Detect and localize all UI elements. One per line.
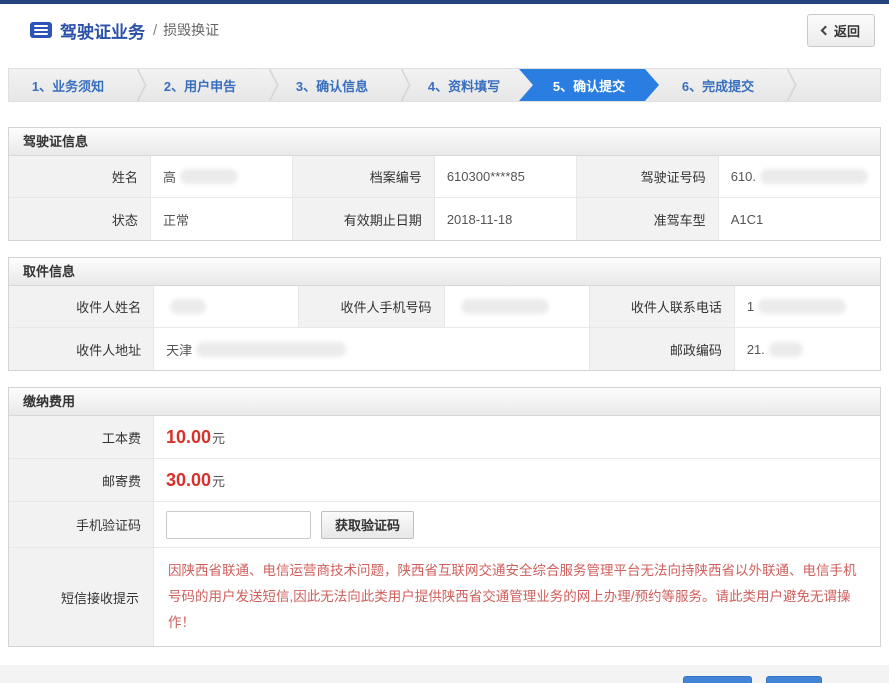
captcha-input[interactable] — [166, 511, 311, 539]
vehicle-class-value: A1C1 — [719, 198, 880, 240]
redaction-blur — [170, 299, 206, 314]
work-fee-value: 10.00 元 — [154, 416, 880, 459]
address-label: 收件人地址 — [9, 328, 154, 370]
step-4-fill-data: 4、资料填写 — [405, 69, 523, 101]
get-captcha-button[interactable]: 获取验证码 — [321, 511, 414, 539]
mail-fee-amount: 30.00 — [166, 470, 211, 491]
fees-title: 缴纳费用 — [9, 388, 880, 416]
step-separator-icon — [127, 69, 141, 101]
step-2-declaration: 2、用户申告 — [141, 69, 259, 101]
file-no-value: 610300****85 — [435, 156, 577, 198]
expiry-value: 2018-11-18 — [435, 198, 577, 240]
previous-step-button[interactable]: 上一步 — [683, 676, 752, 683]
mail-fee-label: 邮寄费 — [9, 459, 154, 502]
license-no-label: 驾驶证号码 — [577, 156, 719, 198]
redaction-blur — [461, 299, 549, 314]
address-value: 天津 — [154, 328, 590, 370]
pickup-info-section: 取件信息 收件人姓名 收件人手机号码 收件人联系电话 1 收件人地址 天津 邮政… — [8, 257, 881, 371]
step-5-confirm-submit-active: 5、确认提交 — [519, 69, 659, 101]
step-separator-icon — [259, 69, 273, 101]
step-3-confirm-info: 3、确认信息 — [273, 69, 391, 101]
fees-section: 缴纳费用 工本费 10.00 元 邮寄费 30.00 元 手机验证码 获取验证码… — [8, 387, 881, 647]
recipient-phone-label: 收件人联系电话 — [590, 286, 735, 328]
sms-notice-cell: 因陕西省联通、电信运营商技术问题，陕西省互联网交通安全综合服务管理平台无法向持陕… — [154, 548, 880, 646]
redaction-blur — [196, 342, 346, 357]
license-info-section: 驾驶证信息 姓名 高 档案编号 610300****85 驾驶证号码 610. … — [8, 127, 881, 241]
work-fee-unit: 元 — [212, 428, 225, 447]
step-progress-bar: 1、业务须知 2、用户申告 3、确认信息 4、资料填写 5、确认提交 6、完成提… — [8, 68, 881, 102]
recipient-name-value — [154, 286, 299, 328]
expiry-label: 有效期止日期 — [293, 198, 435, 240]
captcha-label: 手机验证码 — [9, 502, 154, 548]
sms-notice-text: 因陕西省联通、电信运营商技术问题，陕西省互联网交通安全综合服务管理平台无法向持陕… — [168, 558, 866, 636]
step-6-finish-submit: 6、完成提交 — [659, 69, 777, 101]
finish-button[interactable]: 完成 — [766, 676, 822, 683]
redaction-blur — [180, 169, 238, 184]
vehicle-class-label: 准驾车型 — [577, 198, 719, 240]
page-header: 驾驶证业务 / 损毁换证 返回 — [0, 4, 889, 56]
footer-action-bar: 上一步 完成 — [0, 665, 889, 683]
name-label: 姓名 — [9, 156, 151, 198]
step-separator-icon — [391, 69, 405, 101]
breadcrumb-current: 损毁换证 — [163, 20, 219, 40]
step-separator-icon — [777, 69, 791, 101]
breadcrumb-separator: / — [153, 22, 157, 39]
sms-notice-label: 短信接收提示 — [9, 548, 154, 646]
redaction-blur — [760, 169, 868, 184]
back-button[interactable]: 返回 — [807, 14, 875, 47]
mail-fee-value: 30.00 元 — [154, 459, 880, 502]
status-label: 状态 — [9, 198, 151, 240]
recipient-name-label: 收件人姓名 — [9, 286, 154, 328]
work-fee-label: 工本费 — [9, 416, 154, 459]
captcha-row: 获取验证码 — [154, 502, 880, 548]
postcode-value: 21. — [735, 328, 880, 370]
redaction-blur — [769, 342, 803, 357]
recipient-mobile-value — [445, 286, 590, 328]
name-value: 高 — [151, 156, 293, 198]
status-value: 正常 — [151, 198, 293, 240]
redaction-blur — [758, 299, 846, 314]
back-button-label: 返回 — [834, 21, 860, 40]
file-no-label: 档案编号 — [293, 156, 435, 198]
chevron-left-icon — [821, 25, 831, 35]
license-no-value: 610. — [719, 156, 880, 198]
postcode-label: 邮政编码 — [590, 328, 735, 370]
mail-fee-unit: 元 — [212, 471, 225, 490]
license-service-icon — [30, 22, 52, 38]
recipient-mobile-label: 收件人手机号码 — [299, 286, 444, 328]
pickup-info-title: 取件信息 — [9, 258, 880, 286]
recipient-phone-value: 1 — [735, 286, 880, 328]
license-info-title: 驾驶证信息 — [9, 128, 880, 156]
step-1-notice: 1、业务须知 — [9, 69, 127, 101]
work-fee-amount: 10.00 — [166, 427, 211, 448]
page-title: 驾驶证业务 — [60, 18, 145, 43]
